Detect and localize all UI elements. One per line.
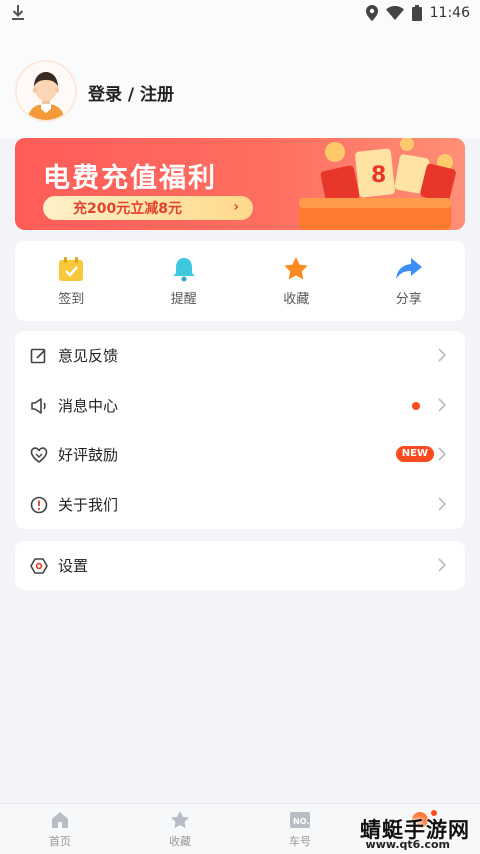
chevron-right-icon — [438, 496, 447, 511]
menu-item-label: 意见反馈 — [58, 347, 119, 365]
menu-item-about[interactable]: 关于我们 — [15, 480, 465, 530]
bell-icon — [172, 257, 195, 281]
menu-item-label: 关于我们 — [58, 495, 119, 514]
clock: 11:46 — [429, 5, 470, 21]
unread-dot — [412, 401, 420, 410]
tab-label: 首页 — [49, 835, 71, 848]
chevron-right-icon — [438, 447, 447, 461]
login-register-link[interactable]: 登录 / 注册 — [88, 80, 174, 105]
quick-action-label: 签到 — [58, 291, 85, 307]
chevron-right-icon: › — [233, 199, 239, 215]
plate-icon-text: NO. — [293, 817, 309, 826]
edit-icon — [30, 348, 46, 364]
quick-action-label: 收藏 — [283, 291, 310, 307]
new-badge: NEW — [395, 446, 434, 462]
star-icon — [284, 256, 309, 279]
status-bar: 11:46 — [0, 0, 480, 28]
plate-icon: NO. — [290, 812, 310, 828]
banner-title: 电费充值福利 — [43, 163, 217, 194]
menu-item-feedback[interactable]: 意见反馈 — [15, 331, 465, 381]
home-icon — [52, 812, 68, 828]
tab-home[interactable]: 首页 — [30, 810, 90, 849]
hexagon-settings-icon — [30, 558, 48, 574]
menu-item-settings[interactable]: 设置 — [15, 541, 465, 591]
speaker-icon — [31, 397, 46, 414]
banner-cta[interactable]: 充200元立减8元 › — [43, 196, 253, 220]
banner-cta-label: 充200元立减8元 — [73, 201, 182, 217]
quick-action-label: 提醒 — [170, 291, 197, 307]
promo-banner[interactable]: 电费充值福利 充200元立减8元 › 8 — [15, 138, 465, 230]
tab-favorites[interactable]: 收藏 — [150, 810, 210, 849]
quick-action-label: 分享 — [395, 291, 422, 307]
quick-actions-card: 签到 提醒 收藏 分享 — [15, 241, 465, 321]
chevron-right-icon — [438, 348, 447, 362]
heart-icon — [30, 447, 48, 463]
download-icon — [12, 5, 24, 20]
watermark-url: www.qt6.com — [365, 838, 450, 851]
menu-item-label: 好评鼓励 — [58, 446, 119, 464]
tab-label: 收藏 — [169, 835, 191, 848]
chevron-right-icon — [438, 397, 447, 412]
avatar-illustration — [17, 62, 75, 120]
battery-icon — [411, 5, 422, 21]
location-icon — [365, 5, 378, 21]
chevron-right-icon — [438, 558, 447, 572]
tab-label: 车号 — [289, 835, 311, 848]
settings-card: 设置 — [15, 541, 465, 590]
menu-item-rate[interactable]: 好评鼓励 NEW — [15, 430, 465, 480]
avatar[interactable] — [15, 60, 77, 122]
menu-item-messages[interactable]: 消息中心 — [15, 381, 465, 431]
wifi-icon — [385, 6, 404, 20]
envelope-eight: 8 — [371, 163, 386, 188]
red-envelopes-illustration: 8 — [299, 138, 456, 230]
star-icon — [171, 811, 189, 829]
quick-action-checkin[interactable]: 签到 — [16, 256, 126, 307]
menu-item-label: 设置 — [58, 557, 89, 575]
quick-action-favorites[interactable]: 收藏 — [241, 256, 351, 307]
quick-action-reminder[interactable]: 提醒 — [129, 256, 239, 307]
menu-card: 意见反馈 消息中心 好评鼓励 NEW 关于我们 — [15, 331, 465, 529]
share-arrow-icon — [395, 257, 422, 279]
calendar-check-icon — [59, 256, 84, 281]
quick-action-share[interactable]: 分享 — [354, 256, 464, 307]
menu-item-label: 消息中心 — [58, 396, 119, 415]
tab-plate[interactable]: NO. 车号 — [270, 810, 330, 849]
info-icon — [30, 496, 48, 513]
